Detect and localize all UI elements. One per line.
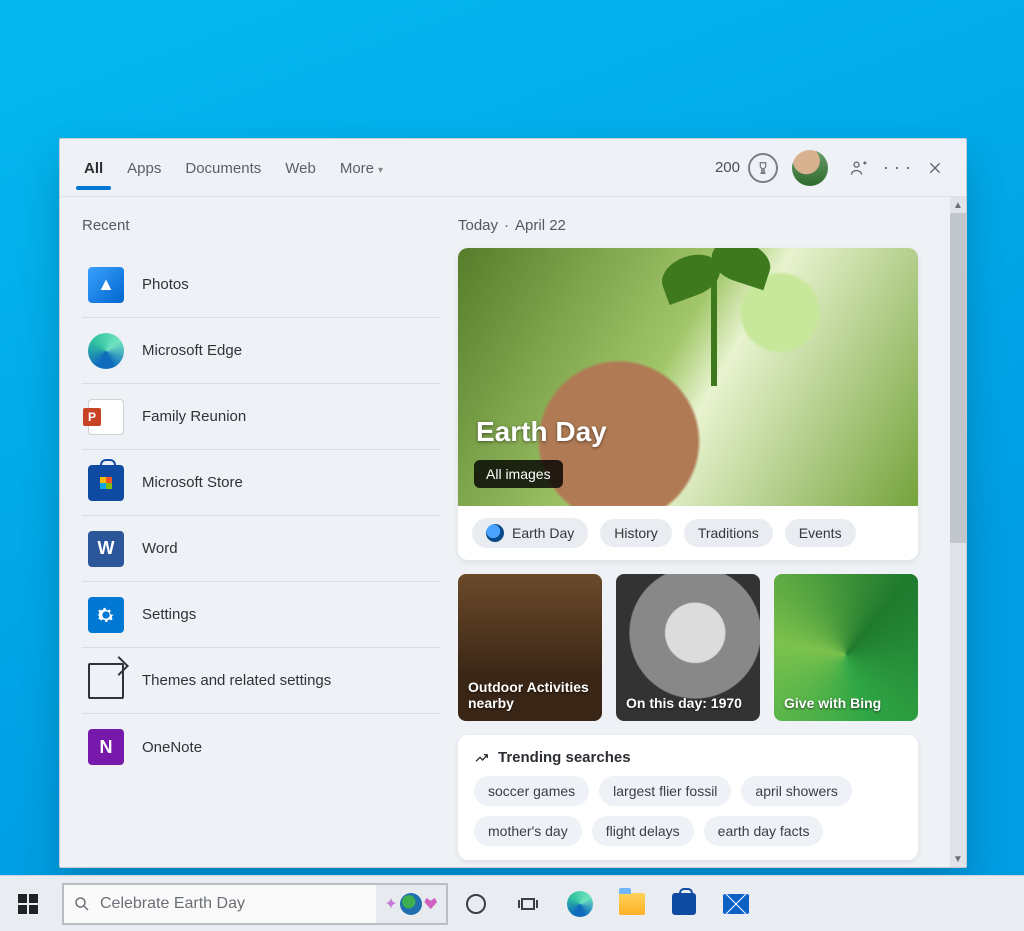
- scroll-down-icon[interactable]: ▼: [950, 851, 966, 867]
- trophy-icon: [748, 153, 778, 183]
- card-outdoor-activities[interactable]: Outdoor Activities nearby: [458, 574, 602, 721]
- points-value: 200: [715, 159, 740, 176]
- recent-label: Photos: [142, 276, 189, 293]
- recent-item-edge[interactable]: Microsoft Edge: [82, 318, 440, 384]
- trend-chip[interactable]: mother's day: [474, 816, 582, 846]
- card-give-with-bing[interactable]: Give with Bing: [774, 574, 918, 721]
- trend-chip[interactable]: flight delays: [592, 816, 694, 846]
- search-icon: [64, 895, 100, 913]
- trend-chip[interactable]: soccer games: [474, 776, 589, 806]
- settings-icon: [88, 597, 124, 633]
- recent-label: Family Reunion: [142, 408, 246, 425]
- themes-icon: [88, 663, 124, 699]
- suggestions: Today·April 22 Earth Day All images Eart…: [458, 197, 966, 867]
- trend-chip[interactable]: april showers: [741, 776, 851, 806]
- hero-tab-history[interactable]: History: [600, 519, 672, 547]
- start-button[interactable]: [0, 876, 56, 931]
- recent-item-settings[interactable]: Settings: [82, 582, 440, 648]
- recent-label: Microsoft Edge: [142, 342, 242, 359]
- hero-title: Earth Day: [476, 416, 607, 448]
- windows-logo-icon: [18, 894, 38, 914]
- trending-heading: Trending searches: [474, 749, 902, 766]
- trend-chip[interactable]: largest flier fossil: [599, 776, 731, 806]
- tab-apps[interactable]: Apps: [117, 146, 171, 189]
- card-row: Outdoor Activities nearby On this day: 1…: [458, 574, 918, 721]
- search-highlight-icon[interactable]: ✦: [376, 885, 446, 923]
- scroll-thumb[interactable]: [950, 213, 966, 543]
- taskbar-explorer[interactable]: [608, 876, 656, 931]
- scroll-up-icon[interactable]: ▲: [950, 197, 966, 213]
- search-text: Celebrate Earth Day: [100, 895, 376, 913]
- plant-icon: [711, 266, 717, 386]
- hero-tab-events[interactable]: Events: [785, 519, 856, 547]
- scope-tabs: All Apps Documents Web More▾ 200 · · ·: [60, 139, 966, 197]
- recent-label: Microsoft Store: [142, 474, 243, 491]
- store-icon: [88, 465, 124, 501]
- edge-icon: [88, 333, 124, 369]
- close-button[interactable]: [918, 151, 952, 185]
- card-on-this-day[interactable]: On this day: 1970: [616, 574, 760, 721]
- search-flyout: All Apps Documents Web More▾ 200 · · · R…: [59, 138, 967, 868]
- cortana-button[interactable]: [452, 876, 500, 931]
- taskbar-edge[interactable]: [556, 876, 604, 931]
- tab-documents[interactable]: Documents: [175, 146, 271, 189]
- tab-more[interactable]: More▾: [330, 146, 393, 189]
- recent-label: Word: [142, 540, 178, 557]
- hero-tabs: Earth Day History Traditions Events: [458, 506, 918, 560]
- taskbar-store[interactable]: [660, 876, 708, 931]
- tab-all[interactable]: All: [74, 146, 113, 189]
- store-icon: [672, 893, 696, 915]
- recent-section: Recent ▲ Photos Microsoft Edge Family Re…: [60, 197, 458, 867]
- recent-label: OneNote: [142, 739, 202, 756]
- folder-icon: [619, 893, 645, 915]
- mail-icon: [723, 894, 749, 914]
- feedback-icon[interactable]: [842, 151, 876, 185]
- tab-web[interactable]: Web: [275, 146, 326, 189]
- options-button[interactable]: · · ·: [880, 151, 914, 185]
- trend-arrow-icon: [474, 750, 490, 766]
- powerpoint-icon: [88, 399, 124, 435]
- recent-label: Themes and related settings: [142, 672, 331, 689]
- taskbar: Celebrate Earth Day ✦: [0, 875, 1024, 931]
- recent-heading: Recent: [82, 217, 440, 234]
- today-heading: Today·April 22: [458, 217, 958, 234]
- scrollbar[interactable]: ▲ ▼: [950, 197, 966, 867]
- hero-tab-earth-day[interactable]: Earth Day: [472, 518, 588, 548]
- hero-card[interactable]: Earth Day All images Earth Day History T…: [458, 248, 918, 560]
- onenote-icon: N: [88, 729, 124, 765]
- recent-item-family-reunion[interactable]: Family Reunion: [82, 384, 440, 450]
- recent-label: Settings: [142, 606, 196, 623]
- hero-image: Earth Day All images: [458, 248, 918, 506]
- edge-icon: [567, 891, 593, 917]
- word-icon: W: [88, 531, 124, 567]
- trend-chip[interactable]: earth day facts: [704, 816, 824, 846]
- chevron-down-icon: ▾: [378, 165, 383, 176]
- task-view-button[interactable]: [504, 876, 552, 931]
- recent-item-store[interactable]: Microsoft Store: [82, 450, 440, 516]
- taskbar-mail[interactable]: [712, 876, 760, 931]
- globe-icon: [486, 524, 504, 542]
- photos-icon: ▲: [88, 267, 124, 303]
- recent-item-word[interactable]: W Word: [82, 516, 440, 582]
- trending-card: Trending searches soccer games largest f…: [458, 735, 918, 860]
- recent-item-photos[interactable]: ▲ Photos: [82, 252, 440, 318]
- recent-item-themes[interactable]: Themes and related settings: [82, 648, 440, 714]
- user-avatar[interactable]: [792, 150, 828, 186]
- rewards-points[interactable]: 200: [715, 153, 778, 183]
- taskbar-search[interactable]: Celebrate Earth Day ✦: [62, 883, 448, 925]
- hero-tab-traditions[interactable]: Traditions: [684, 519, 773, 547]
- recent-item-onenote[interactable]: N OneNote: [82, 714, 440, 780]
- all-images-button[interactable]: All images: [474, 460, 563, 488]
